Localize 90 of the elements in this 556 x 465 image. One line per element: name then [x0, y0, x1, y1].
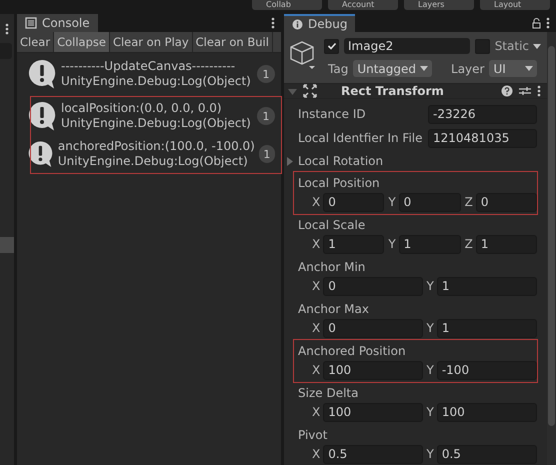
axis-label: Y [426, 447, 434, 461]
axis-label: Y [388, 195, 396, 209]
toolbar-button[interactable]: Account [328, 0, 398, 10]
more-icon[interactable] [5, 23, 9, 35]
value-field[interactable]: 1 [436, 318, 537, 338]
value-field[interactable]: 0 [323, 192, 384, 212]
value-field[interactable]: 100 [323, 360, 422, 380]
layer-label: Layer [451, 62, 484, 76]
value-field[interactable]: 0.5 [323, 444, 422, 464]
value-field[interactable]: 0 [323, 318, 422, 338]
caret-icon [533, 44, 541, 48]
property-label: Instance ID [298, 107, 367, 121]
log-message: anchoredPosition:(100.0, -100.0) [58, 139, 255, 154]
tab-label: Console [42, 16, 90, 30]
tag-dropdown[interactable]: Untagged [353, 60, 432, 77]
property-label: Pivot [298, 427, 328, 444]
list-icon [25, 17, 37, 29]
warning-bubble-icon [27, 58, 57, 90]
more-icon[interactable] [537, 85, 541, 97]
checkmark-icon [326, 41, 336, 51]
property-label: Anchor Min [298, 259, 366, 276]
console-tab[interactable]: Console [17, 14, 98, 32]
component-header[interactable]: Rect Transform [284, 84, 547, 99]
property-label: Size Delta [298, 385, 360, 402]
value-field[interactable]: -23226 [428, 104, 537, 124]
axis-label: X [312, 405, 320, 419]
value-field[interactable]: 0.5 [436, 444, 537, 464]
log-source: UnityEngine.Debug:Log(Object) [61, 74, 252, 89]
caret-icon [525, 66, 533, 71]
axis-label: Y [388, 237, 396, 251]
axis-label: Z [464, 195, 473, 209]
toolbar-button[interactable]: Layers [404, 0, 474, 10]
help-icon[interactable] [501, 85, 513, 97]
axis-label: X [312, 321, 320, 335]
property-label: Local Identfier In File [298, 131, 424, 145]
property-label: Anchored Position [298, 343, 407, 360]
count-badge: 1 [257, 65, 275, 83]
axis-label: X [312, 237, 320, 251]
caret-icon [420, 66, 428, 71]
rect-transform-icon [303, 84, 317, 98]
value-field[interactable]: 0 [398, 192, 461, 212]
property-label: Local Rotation [298, 154, 384, 168]
name-field[interactable]: Image2 [344, 38, 470, 54]
toolbar-button[interactable]: Collab [252, 0, 322, 10]
axis-label: X [312, 195, 320, 209]
warning-bubble-icon [27, 100, 57, 132]
component-title: Rect Transform [340, 84, 445, 98]
layer-dropdown[interactable]: UI [489, 60, 537, 77]
axis-label: Z [464, 237, 473, 251]
lock-icon[interactable] [532, 18, 541, 28]
static-dropdown[interactable]: Static [494, 39, 541, 53]
count-badge: 1 [258, 145, 275, 163]
active-checkbox[interactable] [324, 38, 339, 54]
axis-label: Y [426, 321, 434, 335]
tag-label: Tag [328, 62, 348, 76]
debug-tab[interactable]: Debug [284, 14, 356, 32]
more-icon[interactable] [271, 17, 275, 29]
count-badge: 1 [257, 107, 275, 125]
static-checkbox[interactable] [474, 38, 490, 54]
toolbar-button[interactable]: Layout [480, 0, 550, 10]
axis-label: X [312, 279, 320, 293]
value-field[interactable]: -100 [436, 360, 537, 380]
value-field[interactable]: 0 [323, 276, 422, 296]
more-icon[interactable] [546, 17, 550, 29]
property-label: Local Position [298, 175, 381, 192]
value-field[interactable]: 100 [436, 402, 537, 422]
value-field[interactable]: 100 [323, 402, 422, 422]
property-label: Anchor Max [298, 301, 370, 318]
console-toolbar-button[interactable]: Collapse [54, 32, 110, 52]
value-field[interactable]: 1 [323, 234, 384, 254]
log-message: localPosition:(0.0, 0.0, 0.0) [61, 101, 223, 116]
value-field[interactable]: 1 [398, 234, 461, 254]
value-field[interactable]: 1210481035 [428, 128, 537, 148]
value-field[interactable]: 1 [476, 234, 537, 254]
log-source: UnityEngine.Debug:Log(Object) [58, 154, 249, 169]
value-field[interactable]: 0 [476, 192, 537, 212]
axis-label: X [312, 447, 320, 461]
info-icon [292, 18, 303, 30]
tab-label: Debug [308, 17, 348, 31]
axis-label: X [312, 363, 320, 377]
log-source: UnityEngine.Debug:Log(Object) [61, 116, 252, 131]
sliders-icon[interactable] [519, 85, 531, 97]
value-field[interactable]: 1 [436, 276, 537, 296]
log-message: ----------UpdateCanvas---------- [61, 59, 236, 74]
scrollbar-thumb[interactable] [548, 46, 555, 426]
axis-label: Y [426, 363, 434, 377]
property-label: Local Scale [298, 217, 366, 234]
axis-label: Y [426, 279, 434, 293]
foldout-arrow-icon[interactable] [286, 156, 294, 166]
axis-label: Y [426, 405, 434, 419]
